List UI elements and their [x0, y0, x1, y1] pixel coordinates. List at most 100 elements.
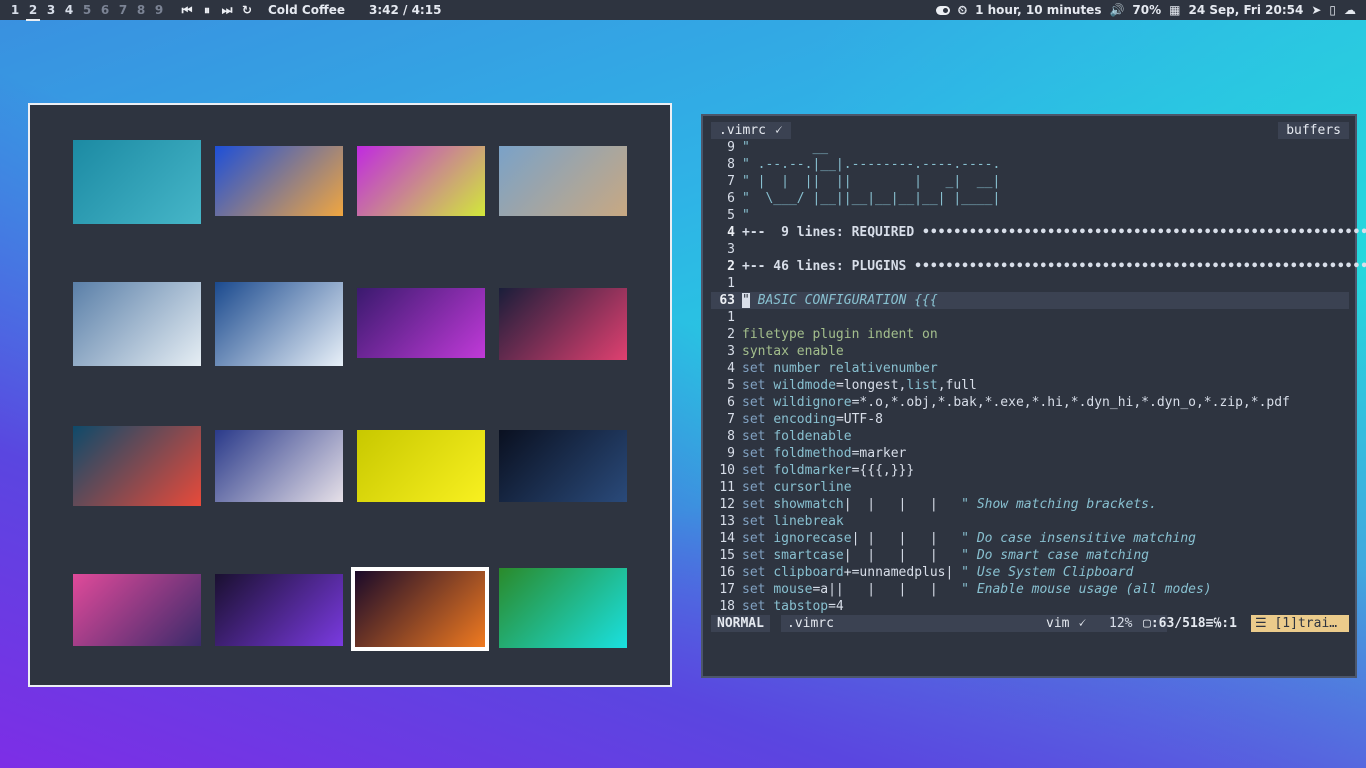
code-line[interactable]: 6 " \___/ |__||__|__|__|__| |____| [711, 190, 1349, 207]
code-token: set [742, 548, 774, 563]
code-line[interactable]: 8 set foldenable [711, 428, 1349, 445]
workspace-7[interactable]: 7 [114, 3, 132, 17]
code-line[interactable]: 3 [711, 241, 1349, 258]
wallpaper-thumbnail[interactable] [499, 288, 627, 360]
code-token: =UTF-8 [835, 412, 883, 427]
wallpaper-thumbnail[interactable] [73, 140, 201, 224]
wallpaper-thumbnail[interactable] [73, 426, 201, 506]
code-line[interactable]: 9 " __ [711, 139, 1349, 156]
workspace-2[interactable]: 2 [24, 3, 42, 21]
wallpaper-thumbnail[interactable] [73, 574, 201, 646]
tab-vimrc[interactable]: .vimrc 🗸 [711, 122, 791, 139]
current-line[interactable]: 63 " BASIC CONFIGURATION {{{ [711, 292, 1349, 309]
volume-text[interactable]: 70% [1132, 3, 1161, 17]
previous-track-icon[interactable]: ⏮ [180, 3, 194, 17]
terminal-window[interactable]: .vimrc 🗸 buffers 9 " __ 8 " .--.--.|__|.---… [701, 114, 1366, 678]
wallpaper-thumbnail[interactable] [357, 288, 485, 358]
code-line[interactable]: 5 " [711, 207, 1349, 224]
line-number: 8 [727, 157, 735, 172]
editor-buffer[interactable]: 9 " __ 8 " .--.--.|__|.--------.----.----. 7… [711, 139, 1366, 615]
code-line[interactable]: 9 set foldmethod=marker [711, 445, 1349, 462]
code-line[interactable]: 18 set tabstop=4 [711, 598, 1349, 615]
status-trailing-warning: ☰ [1]trai… [1251, 615, 1349, 632]
code-line[interactable]: 3 syntax enable [711, 343, 1349, 360]
workspace-5[interactable]: 5 [78, 3, 96, 17]
workspace-8[interactable]: 8 [132, 3, 150, 17]
code-line[interactable]: 1 [711, 309, 1349, 326]
vim-icon: 🗸 [1077, 616, 1087, 631]
code-line[interactable]: 7 set encoding=UTF-8 [711, 411, 1349, 428]
media-controls: ⏮ ⏸ ⏭ ↻ [180, 3, 254, 17]
wallpaper-thumbnail[interactable] [215, 574, 343, 646]
code-token: " Enable mouse usage (all modes) [961, 582, 1212, 597]
wallpaper-thumbnail[interactable] [215, 282, 343, 366]
code-line[interactable]: 11 set cursorline [711, 479, 1349, 496]
line-number: 2 [727, 259, 735, 274]
workspace-3[interactable]: 3 [42, 3, 60, 17]
line-number: 6 [727, 395, 735, 410]
code-line[interactable]: 5 set wildmode=longest,list,full [711, 377, 1349, 394]
wallpaper-thumbnail[interactable] [499, 146, 627, 216]
code-line[interactable]: 4 set number relativenumber [711, 360, 1349, 377]
system-tray: ⏲ 1 hour, 10 minutes 🔊 70% ▦ 24 Sep, Fri… [935, 3, 1356, 18]
status-filetype: vim 🗸 [1046, 615, 1086, 632]
code-token: =a|| | | | [812, 582, 962, 597]
wallpaper-thumbnail[interactable] [215, 430, 343, 502]
pause-icon[interactable]: ⏸ [200, 3, 214, 17]
toggle-icon[interactable] [935, 5, 950, 15]
workspace-4[interactable]: 4 [60, 3, 78, 17]
code-line[interactable]: 16 set clipboard+=unnamedplus| " Use Syst… [711, 564, 1349, 581]
code-line[interactable]: 13 set linebreak [711, 513, 1349, 530]
cloud-icon[interactable]: ☁ [1344, 3, 1356, 17]
wallpaper-thumbnail[interactable] [357, 146, 485, 216]
code-line[interactable]: 17 set mouse=a|| | | | " Enable mouse usa… [711, 581, 1349, 598]
code-token: ={{{,}}} [851, 463, 915, 478]
line-number: 16 [719, 565, 735, 580]
wallpaper-thumbnail[interactable] [73, 282, 201, 366]
code-token: " Do case insensitive matching [961, 531, 1196, 546]
buffers-label[interactable]: buffers [1278, 122, 1349, 139]
code-token: set [742, 378, 774, 393]
code-line[interactable]: 8 " .--.--.|__|.--------.----.----. [711, 156, 1349, 173]
line-number: 17 [719, 582, 735, 597]
line-number: 15 [719, 548, 735, 563]
code-token: =*.o,*.obj,*.bak,*.exe,*.hi,*.dyn_hi,*.d… [851, 395, 1290, 410]
workspace-9[interactable]: 9 [150, 3, 168, 17]
workspace-1[interactable]: 1 [6, 3, 24, 17]
line-number: 5 [727, 378, 735, 393]
line-number: 14 [719, 531, 735, 546]
code-line[interactable]: 2 +-- 46 lines: PLUGINS •••••••••••••••••… [711, 258, 1366, 275]
wallpaper-thumbnail[interactable] [351, 567, 489, 651]
wallpaper-thumbnail[interactable] [215, 146, 343, 216]
code-token: foldmethod [773, 446, 852, 461]
code-line[interactable]: 7 " | | || || | _| __| [711, 173, 1349, 190]
telegram-icon[interactable]: ➤ [1311, 3, 1321, 17]
clipboard-icon[interactable]: ▯ [1329, 3, 1336, 17]
code-token: =4 [828, 599, 844, 614]
code-token: set [742, 582, 774, 597]
code-token: " [742, 293, 750, 308]
code-token: " __ [742, 140, 829, 155]
volume-icon[interactable]: 🔊 [1109, 3, 1124, 17]
wallpaper-thumbnail[interactable] [499, 430, 627, 502]
wallpaper-thumbnail[interactable] [357, 430, 485, 502]
code-token: clipboard [773, 565, 844, 580]
code-token: +-- 9 lines: REQUIRED ••••••••••••••••••… [742, 225, 1366, 240]
line-number: 3 [727, 344, 735, 359]
code-line[interactable]: 1 [711, 275, 1349, 292]
wallpaper-thumbnail[interactable] [499, 568, 627, 648]
next-track-icon[interactable]: ⏭ [220, 3, 234, 17]
code-line[interactable]: 12 set showmatch| | | | " Show matching b… [711, 496, 1349, 513]
code-line[interactable]: 15 set smartcase| | | | " Do smart case m… [711, 547, 1349, 564]
code-line[interactable]: 10 set foldmarker={{{,}}} [711, 462, 1349, 479]
repeat-icon[interactable]: ↻ [240, 3, 254, 17]
line-number: 1 [727, 276, 735, 291]
code-line[interactable]: 6 set wildignore=*.o,*.obj,*.bak,*.exe,*.… [711, 394, 1349, 411]
code-token: " Do smart case matching [961, 548, 1150, 563]
code-line[interactable]: 14 set ignorecase| | | | " Do case insens… [711, 530, 1349, 547]
code-token: linebreak [773, 514, 844, 529]
code-line[interactable]: 4 +-- 9 lines: REQUIRED •••••••••••••••••… [711, 224, 1366, 241]
line-number: 7 [727, 412, 735, 427]
code-line[interactable]: 2 filetype plugin indent on [711, 326, 1349, 343]
workspace-6[interactable]: 6 [96, 3, 114, 17]
